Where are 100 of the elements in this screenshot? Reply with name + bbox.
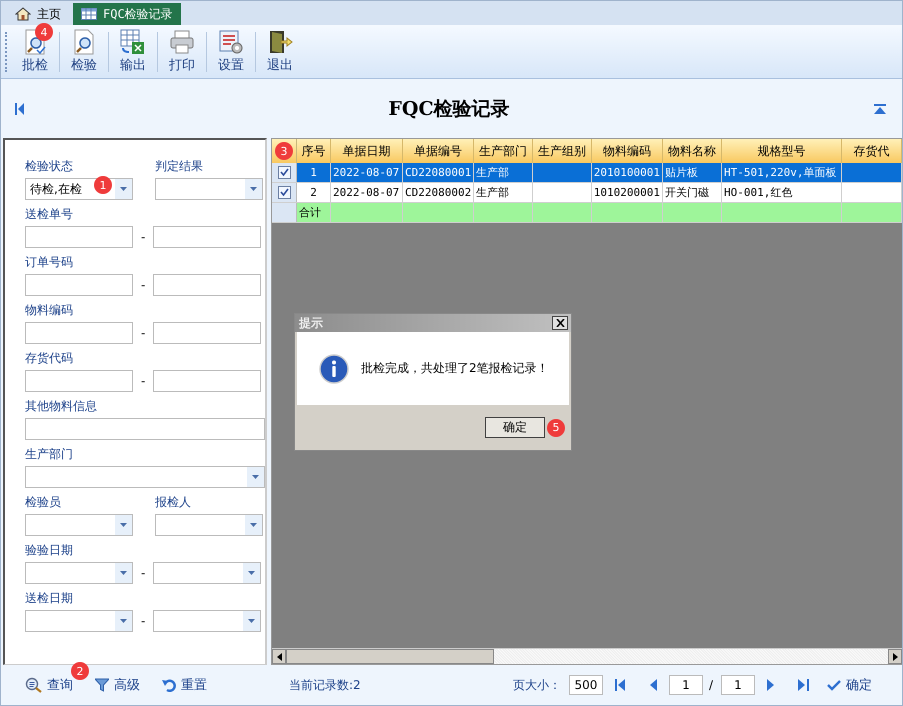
spreadsheet-export-icon xyxy=(120,29,146,55)
step-badge: 2 xyxy=(71,662,89,680)
dropdown-field[interactable] xyxy=(153,610,261,632)
dropdown-arrow-icon xyxy=(120,187,127,191)
field-label: 检验状态 xyxy=(25,158,74,175)
table-icon xyxy=(81,8,97,20)
step-badge: 4 xyxy=(35,23,53,41)
page-title: FQC检验记录 xyxy=(388,96,510,122)
toolbar-button[interactable]: 检验 xyxy=(62,27,106,76)
scroll-left-icon[interactable] xyxy=(276,652,282,660)
filter-icon xyxy=(95,678,109,692)
input-field[interactable] xyxy=(25,274,133,296)
dialog-title: 提示 xyxy=(299,314,323,332)
next-page-icon[interactable] xyxy=(767,679,774,691)
total-pages-field: 1 xyxy=(721,675,755,695)
total-label: 合计 xyxy=(297,203,331,222)
toolbar-button[interactable]: 退出 xyxy=(258,27,302,76)
page-separator: / xyxy=(708,678,713,692)
table-cell: 1 xyxy=(297,163,331,182)
range-separator: - xyxy=(141,614,145,628)
tab[interactable]: FQC检验记录 xyxy=(73,3,181,25)
field-label: 其他物料信息 xyxy=(25,398,98,415)
toolbar-button[interactable]: 输出 xyxy=(111,27,155,76)
scrollbar-thumb[interactable] xyxy=(286,649,494,664)
dropdown-field[interactable] xyxy=(155,178,263,200)
range-separator: - xyxy=(141,566,145,580)
page-size-field[interactable]: 500 xyxy=(568,675,603,695)
dropdown-arrow-icon xyxy=(120,523,127,527)
page-field[interactable]: 1 xyxy=(668,675,703,695)
range-separator: - xyxy=(141,230,145,244)
first-page-icon[interactable] xyxy=(15,102,24,114)
dropdown-arrow-icon xyxy=(248,619,255,623)
dropdown-field[interactable] xyxy=(25,514,133,536)
input-field[interactable] xyxy=(153,322,261,344)
search-icon xyxy=(25,677,42,693)
dropdown-arrow-icon xyxy=(250,187,257,191)
first-page-icon[interactable] xyxy=(614,679,626,691)
printer-icon xyxy=(169,29,195,55)
input-field[interactable] xyxy=(153,274,261,296)
settings-icon xyxy=(218,29,244,55)
toolbar-button[interactable]: 设置 xyxy=(209,27,253,76)
input-field[interactable] xyxy=(25,322,133,344)
table-cell: 贴片板 xyxy=(663,163,722,182)
dropdown-arrow-icon xyxy=(250,523,257,527)
close-button[interactable] xyxy=(552,316,568,330)
checkmark-icon xyxy=(827,680,841,690)
table-cell: 生产部 xyxy=(474,183,533,202)
tab[interactable]: 主页 xyxy=(7,3,69,25)
table-cell: 2 xyxy=(297,183,331,202)
table-cell: 1010200001 xyxy=(592,183,663,202)
record-count: 当前记录数:2 xyxy=(289,676,361,694)
input-field[interactable] xyxy=(25,370,133,392)
row-checkbox[interactable] xyxy=(278,186,290,199)
dropdown-arrow-icon xyxy=(120,619,127,623)
confirm-button[interactable]: 确定 xyxy=(827,676,872,694)
action-button[interactable]: 查询 xyxy=(25,676,73,694)
last-page-icon[interactable] xyxy=(798,679,809,691)
toolbar-button[interactable]: 打印 xyxy=(160,27,204,76)
field-label: 检验员 xyxy=(25,494,62,511)
range-separator: - xyxy=(141,278,145,292)
table-cell: CD22080002 xyxy=(403,183,474,202)
previous-page-icon[interactable] xyxy=(650,679,657,691)
action-button[interactable]: 高级 xyxy=(95,676,140,694)
dropdown-field[interactable] xyxy=(25,610,133,632)
dropdown-arrow-icon xyxy=(120,571,127,575)
action-button[interactable]: 重置 xyxy=(162,676,207,694)
scroll-right-icon[interactable] xyxy=(892,652,898,660)
dropdown-field[interactable] xyxy=(25,562,133,584)
dropdown-field[interactable] xyxy=(153,562,261,584)
field-label: 判定结果 xyxy=(155,158,204,175)
dropdown-field[interactable] xyxy=(25,466,265,488)
dropdown-field[interactable] xyxy=(155,514,263,536)
step-badge: 3 xyxy=(275,142,293,160)
field-label: 报检人 xyxy=(155,494,192,511)
field-label: 存货代码 xyxy=(25,350,74,367)
range-separator: - xyxy=(141,374,145,388)
field-label: 订单号码 xyxy=(25,254,74,271)
input-field[interactable] xyxy=(25,226,133,248)
document-search-icon xyxy=(72,29,96,55)
dialog-message: 批检完成，共处理了2笔报检记录！ xyxy=(361,360,549,377)
close-icon xyxy=(556,319,564,327)
input-field[interactable] xyxy=(25,418,265,440)
ok-button[interactable]: 确定 xyxy=(485,417,545,438)
table-cell: HO-001,红色 xyxy=(722,183,842,202)
page-size-label: 页大小： xyxy=(512,676,561,694)
dropdown-field[interactable]: 待检,在检 1 xyxy=(25,178,133,200)
row-checkbox[interactable] xyxy=(278,166,290,179)
table-cell: CD22080001 xyxy=(403,163,474,182)
dropdown-arrow-icon xyxy=(252,475,259,479)
dropdown-arrow-icon xyxy=(248,571,255,575)
door-exit-icon xyxy=(267,29,293,55)
table-cell: 2022-08-07 xyxy=(331,163,403,182)
undo-icon xyxy=(162,678,176,692)
field-label: 送检单号 xyxy=(25,206,74,223)
collapse-icon[interactable] xyxy=(874,104,886,114)
field-label: 送检日期 xyxy=(25,590,74,607)
input-field[interactable] xyxy=(153,370,261,392)
info-icon xyxy=(319,354,349,384)
input-field[interactable] xyxy=(153,226,261,248)
field-label: 物料编码 xyxy=(25,302,74,319)
